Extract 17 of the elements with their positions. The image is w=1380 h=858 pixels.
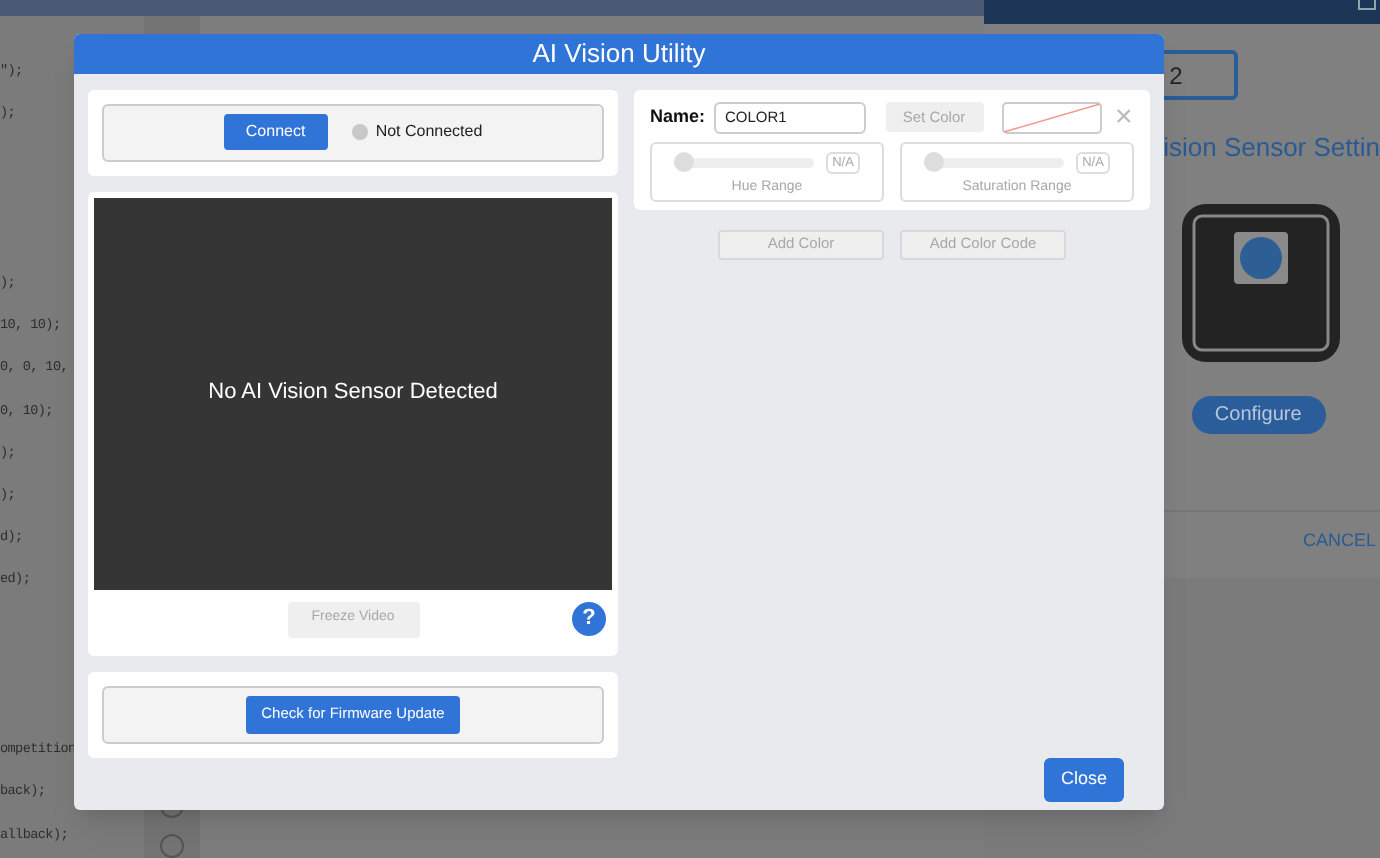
connect-button[interactable]: Connect (223, 114, 328, 150)
connection-status: Not Connected (375, 120, 483, 144)
section-heading: ision Sensor Settin (1163, 130, 1380, 166)
slider-thumb[interactable] (924, 152, 945, 173)
grid-icon[interactable] (1358, 0, 1376, 10)
slider-thumb[interactable] (674, 152, 695, 173)
help-button[interactable]: ? (572, 601, 606, 635)
name-label: Name: (650, 103, 706, 130)
color-swatch[interactable] (1001, 101, 1102, 133)
info-icon[interactable] (160, 834, 184, 858)
video-message: No AI Vision Sensor Detected (208, 378, 498, 409)
range-slider[interactable] (674, 157, 815, 168)
configure-button[interactable]: Configure (1191, 395, 1326, 433)
vision-sensor-icon (1181, 203, 1340, 361)
range-slider[interactable] (924, 157, 1065, 168)
close-button[interactable]: Close (1044, 757, 1124, 801)
dialog-title: AI Vision Utility (532, 36, 706, 72)
